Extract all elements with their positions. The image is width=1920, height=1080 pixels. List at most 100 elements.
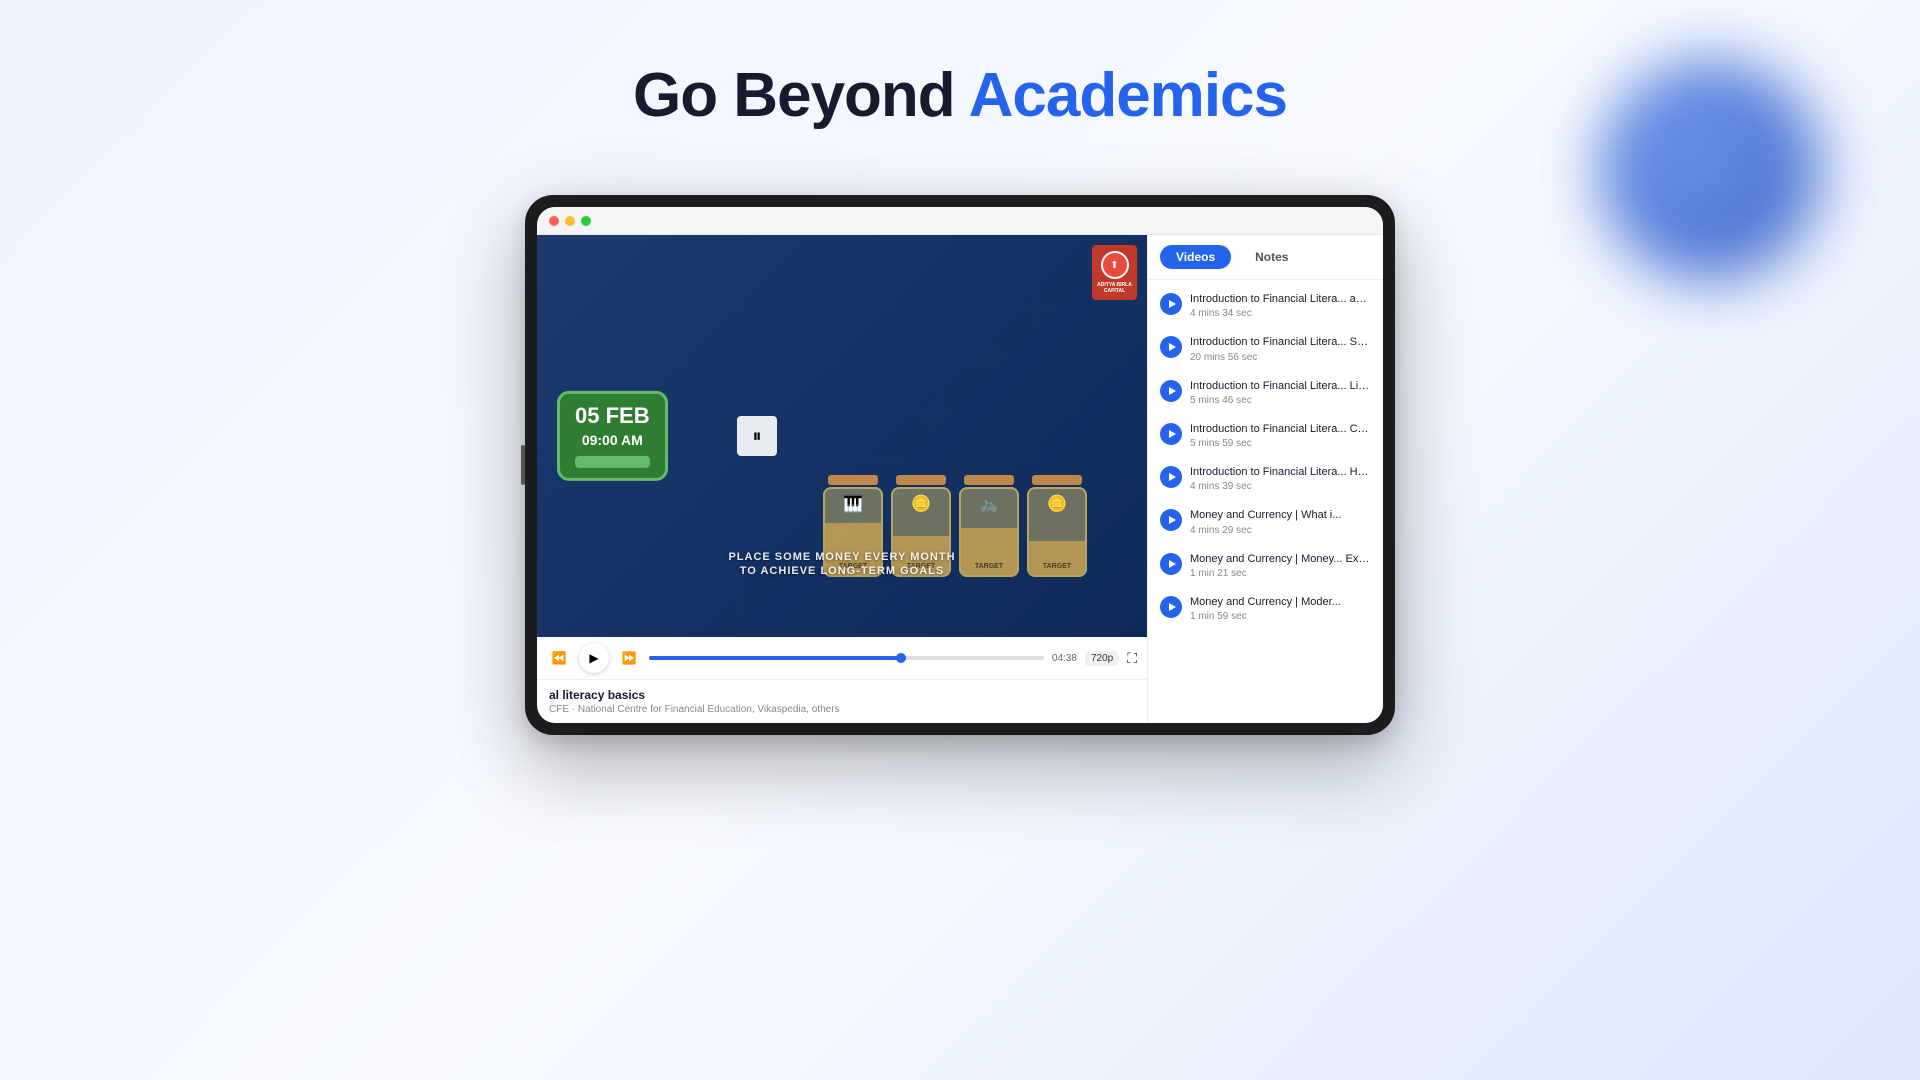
page-heading: Go Beyond Academics [0, 60, 1920, 131]
panel-tabs: Videos Notes [1148, 235, 1383, 280]
playlist-item[interactable]: Money and Currency | Moder... 1 min 59 s… [1148, 587, 1383, 630]
playlist-item[interactable]: Introduction to Financial Litera... and … [1148, 284, 1383, 327]
playlist-item-title: Introduction to Financial Litera... Syst… [1190, 335, 1371, 349]
playlist-item-info: Money and Currency | Moder... 1 min 59 s… [1190, 595, 1371, 622]
rewind-button[interactable]: ⏪ [547, 646, 571, 670]
jar-icon-1: 🎹 [843, 494, 863, 514]
fullscreen-button[interactable]: ⛶ [1127, 650, 1137, 667]
tablet-content: 05 FEB 09:00 AM ⬆ ADITYA BIRLA CAPITAL ⏸ [537, 235, 1383, 723]
playlist-item-title: Money and Currency | Moder... [1190, 595, 1371, 609]
playlist-item[interactable]: Money and Currency | Money... Exchange 1… [1148, 544, 1383, 587]
tablet-frame: 05 FEB 09:00 AM ⬆ ADITYA BIRLA CAPITAL ⏸ [525, 195, 1395, 735]
brand-logo-circle: ⬆ [1101, 251, 1129, 279]
jar-icon-2: 🪙 [911, 494, 931, 514]
play-triangle-icon [1169, 560, 1176, 568]
playlist-play-icon [1160, 423, 1182, 445]
time-display: 04:38 [1052, 653, 1077, 664]
playlist-item-info: Introduction to Financial Litera... Syst… [1190, 335, 1371, 362]
jar-icon-3: 🚲 [979, 494, 999, 514]
playlist-play-icon [1160, 466, 1182, 488]
playlist-panel: Videos Notes Introduction to Financial L… [1147, 235, 1383, 723]
play-pause-button[interactable]: ▶ [579, 643, 609, 673]
play-triangle-icon [1169, 516, 1176, 524]
video-text-line1: PLACE SOME MONEY EVERY MONTH [537, 551, 1147, 563]
playlist-items: Introduction to Financial Litera... and … [1148, 280, 1383, 723]
jar-icon-4: 🪙 [1047, 494, 1067, 514]
playlist-item-title: Money and Currency | What i... [1190, 508, 1371, 522]
video-panel: 05 FEB 09:00 AM ⬆ ADITYA BIRLA CAPITAL ⏸ [537, 235, 1147, 723]
heading-container: Go Beyond Academics [0, 60, 1920, 131]
playlist-play-icon [1160, 509, 1182, 531]
play-triangle-icon [1169, 387, 1176, 395]
playlist-item[interactable]: Introduction to Financial Litera... Habi… [1148, 457, 1383, 500]
playlist-item-duration: 5 mins 59 sec [1190, 438, 1371, 449]
jar-lid-3 [964, 475, 1014, 485]
quality-badge[interactable]: 720p [1085, 651, 1119, 666]
date-text: 05 FEB [575, 404, 650, 428]
playlist-item-info: Introduction to Financial Litera... Lite… [1190, 379, 1371, 406]
date-bar [575, 456, 650, 468]
playlist-item-info: Money and Currency | What i... 4 mins 29… [1190, 508, 1371, 535]
play-triangle-icon [1169, 300, 1176, 308]
playlist-item-info: Introduction to Financial Litera... Comp… [1190, 422, 1371, 449]
heading-prefix: Go Beyond [633, 61, 969, 130]
playlist-item-duration: 4 mins 29 sec [1190, 525, 1371, 536]
brand-name: ADITYA BIRLA CAPITAL [1095, 282, 1134, 294]
playlist-item-duration: 1 min 59 sec [1190, 611, 1371, 622]
close-dot [549, 216, 559, 226]
time-text: 09:00 AM [575, 432, 650, 448]
maximize-dot [581, 216, 591, 226]
video-canvas: 05 FEB 09:00 AM ⬆ ADITYA BIRLA CAPITAL ⏸ [537, 235, 1147, 637]
minimize-dot [565, 216, 575, 226]
playlist-item-title: Money and Currency | Money... Exchange [1190, 552, 1371, 566]
tablet-screen: 05 FEB 09:00 AM ⬆ ADITYA BIRLA CAPITAL ⏸ [537, 207, 1383, 723]
playlist-item-title: Introduction to Financial Litera... Comp… [1190, 422, 1371, 436]
tablet-topbar [537, 207, 1383, 235]
playlist-item-info: Introduction to Financial Litera... and … [1190, 292, 1371, 319]
tablet-side-button [521, 445, 525, 485]
jar-lid-1 [828, 475, 878, 485]
video-source: CFE · National Centre for Financial Educ… [549, 704, 1135, 715]
jar-lid-4 [1032, 475, 1082, 485]
playlist-item[interactable]: Money and Currency | What i... 4 mins 29… [1148, 500, 1383, 543]
jar-lid-2 [896, 475, 946, 485]
progress-fill [649, 656, 906, 660]
playlist-play-icon [1160, 336, 1182, 358]
playlist-item-duration: 4 mins 34 sec [1190, 308, 1371, 319]
brand-logo: ⬆ ADITYA BIRLA CAPITAL [1092, 245, 1137, 300]
playlist-item-duration: 5 mins 46 sec [1190, 395, 1371, 406]
playlist-item-title: Introduction to Financial Litera... Lite… [1190, 379, 1371, 393]
video-background: 05 FEB 09:00 AM ⬆ ADITYA BIRLA CAPITAL ⏸ [537, 235, 1147, 637]
play-triangle-icon [1169, 430, 1176, 438]
playlist-item[interactable]: Introduction to Financial Litera... Syst… [1148, 327, 1383, 370]
video-title: al literacy basics [549, 688, 1135, 702]
play-triangle-icon [1169, 473, 1176, 481]
playlist-item[interactable]: Introduction to Financial Litera... Lite… [1148, 371, 1383, 414]
playlist-item[interactable]: Introduction to Financial Litera... Comp… [1148, 414, 1383, 457]
playlist-play-icon [1160, 380, 1182, 402]
tab-videos[interactable]: Videos [1160, 245, 1231, 269]
playlist-play-icon [1160, 293, 1182, 315]
playlist-play-icon [1160, 596, 1182, 618]
progress-bar[interactable] [649, 656, 1044, 660]
playlist-item-info: Introduction to Financial Litera... Habi… [1190, 465, 1371, 492]
playlist-item-duration: 20 mins 56 sec [1190, 352, 1371, 363]
tab-notes[interactable]: Notes [1239, 245, 1304, 269]
playlist-item-info: Money and Currency | Money... Exchange 1… [1190, 552, 1371, 579]
video-controls-bar: ⏪ ▶ ⏩ 04:38 720p ⛶ [537, 637, 1147, 679]
playlist-item-title: Introduction to Financial Litera... Habi… [1190, 465, 1371, 479]
video-text-line2: TO ACHIEVE LONG-TERM GOALS [537, 565, 1147, 577]
playlist-item-duration: 1 min 21 sec [1190, 568, 1371, 579]
pause-overlay: ⏸ [737, 416, 777, 456]
tablet-wrapper: 05 FEB 09:00 AM ⬆ ADITYA BIRLA CAPITAL ⏸ [525, 195, 1395, 735]
play-triangle-icon [1169, 603, 1176, 611]
date-box: 05 FEB 09:00 AM [557, 391, 668, 481]
playlist-item-duration: 4 mins 39 sec [1190, 481, 1371, 492]
heading-accent: Academics [969, 61, 1287, 130]
video-overlay-text: PLACE SOME MONEY EVERY MONTH TO ACHIEVE … [537, 551, 1147, 577]
video-info: al literacy basics CFE · National Centre… [537, 679, 1147, 723]
fast-forward-button[interactable]: ⏩ [617, 646, 641, 670]
play-triangle-icon [1169, 343, 1176, 351]
progress-dot [896, 653, 906, 663]
playlist-play-icon [1160, 553, 1182, 575]
